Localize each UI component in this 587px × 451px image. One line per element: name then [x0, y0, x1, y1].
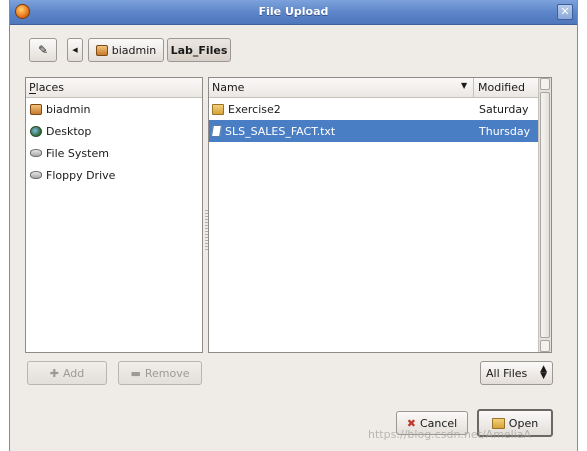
title-bar[interactable]: File Upload ✕ [10, 0, 577, 25]
hard-drive-icon [30, 149, 42, 157]
scroll-up-arrow[interactable] [540, 78, 550, 90]
edit-pencil-icon: ✎ [37, 43, 49, 57]
file-modified: Saturday [479, 102, 529, 116]
floppy-drive-icon [30, 171, 42, 179]
home-folder-icon [30, 103, 42, 115]
path-button-lab-files[interactable]: Lab_Files [167, 38, 231, 62]
places-item-label: Desktop [46, 124, 92, 138]
file-modified: Thursday [479, 124, 531, 138]
mnemonic-underline [29, 93, 36, 94]
remove-icon: ▬ [130, 366, 141, 380]
modified-column-header[interactable]: Modified [478, 81, 525, 94]
places-item-biadmin[interactable]: biadmin [26, 98, 202, 120]
files-header: Name ▼ Modified [209, 78, 538, 98]
files-scrollbar[interactable] [538, 78, 551, 352]
file-upload-dialog: File Upload ✕ ✎ ◀ biadmin Lab_Files Plac… [9, 0, 578, 451]
places-item-label: File System [46, 146, 109, 160]
open-folder-icon [491, 417, 505, 429]
file-type-filter-select[interactable]: All Files ▲ ▼ [480, 361, 553, 385]
places-item-floppy-drive[interactable]: Floppy Drive [26, 164, 202, 186]
remove-button[interactable]: ▬ Remove [118, 361, 202, 385]
desktop-icon [30, 125, 42, 137]
file-name: SLS_SALES_FACT.txt [225, 124, 336, 138]
path-button-biadmin[interactable]: biadmin [88, 38, 164, 62]
close-button[interactable]: ✕ [557, 4, 573, 20]
cancel-button[interactable]: ✖ Cancel [396, 411, 468, 435]
cancel-button-label: Cancel [419, 416, 458, 430]
path-back-arrow-button[interactable]: ◀ [67, 38, 83, 62]
scroll-down-arrow[interactable] [540, 340, 550, 352]
open-button-label: Open [508, 416, 539, 430]
window-title: File Upload [258, 5, 329, 18]
home-folder-icon [95, 44, 108, 56]
left-arrow-icon: ◀ [72, 46, 78, 54]
add-button[interactable]: ✚ Add [27, 361, 107, 385]
column-divider [473, 78, 474, 97]
updown-arrow-icon: ▲ ▼ [540, 364, 547, 381]
scrollbar-thumb[interactable] [540, 92, 550, 338]
remove-button-label: Remove [144, 366, 190, 380]
file-name: Exercise2 [228, 102, 281, 116]
add-icon: ✚ [49, 366, 59, 380]
cancel-x-icon: ✖ [406, 416, 416, 430]
file-row-sls-sales-fact[interactable]: SLS_SALES_FACT.txt Thursday [209, 120, 538, 142]
places-item-desktop[interactable]: Desktop [26, 120, 202, 142]
sort-down-arrow-icon[interactable]: ▼ [461, 81, 467, 90]
files-pane: Name ▼ Modified Exercise2 Saturday SLS_S… [208, 77, 552, 353]
places-item-file-system[interactable]: File System [26, 142, 202, 164]
open-button[interactable]: Open [477, 409, 553, 437]
filter-selected-value: All Files [486, 366, 528, 380]
places-item-label: Floppy Drive [46, 168, 116, 182]
places-header[interactable]: Places [26, 78, 202, 98]
places-pane: Places biadmin Desktop File System Flopp… [25, 77, 203, 353]
path-button-label: biadmin [111, 43, 157, 57]
type-location-button[interactable]: ✎ [29, 38, 57, 62]
name-column-header[interactable]: Name [212, 81, 244, 94]
file-row-exercise2[interactable]: Exercise2 Saturday [209, 98, 538, 120]
folder-icon [212, 103, 224, 115]
path-button-label: Lab_Files [170, 43, 228, 57]
text-file-icon [210, 125, 223, 137]
add-button-label: Add [62, 366, 85, 380]
places-item-label: biadmin [46, 102, 91, 116]
